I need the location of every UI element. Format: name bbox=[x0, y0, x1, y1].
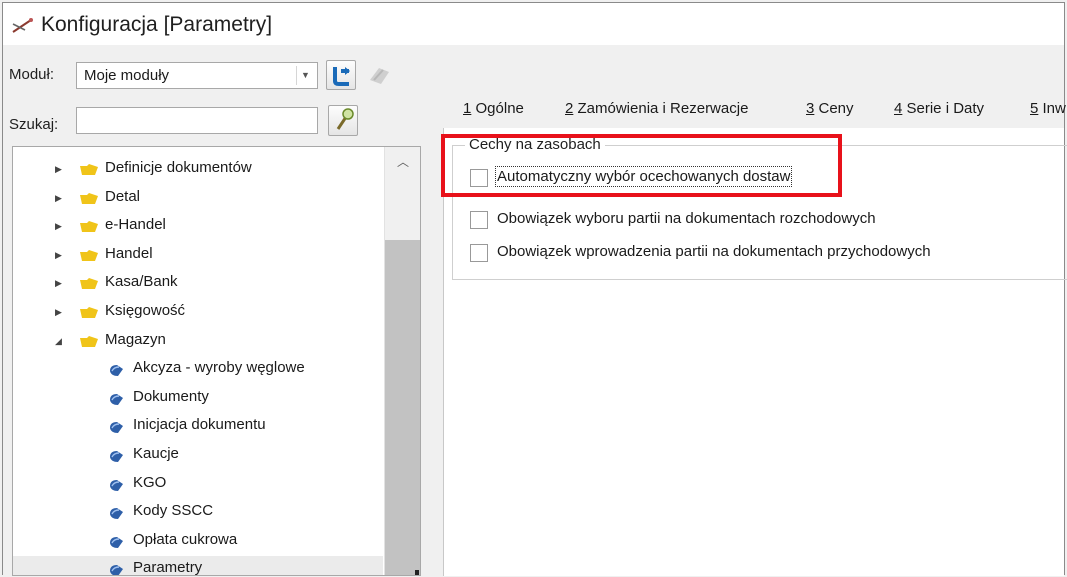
tools-icon bbox=[12, 18, 33, 33]
expand-arrow-icon[interactable]: ▶ bbox=[55, 278, 62, 289]
tree-item-label: Dokumenty bbox=[133, 387, 209, 405]
tree-scrollbar[interactable]: ︿ bbox=[384, 147, 420, 575]
expand-arrow-icon[interactable]: ▶ bbox=[55, 221, 62, 232]
window-body: Moduł: Moje moduły ▼ Szukaj: ▶ Definicje… bbox=[3, 45, 1067, 576]
tree-item[interactable]: Dokumenty bbox=[13, 385, 383, 411]
folder-icon bbox=[80, 221, 98, 233]
tab-label: Serie i Daty bbox=[902, 100, 985, 117]
folder-icon bbox=[80, 192, 98, 204]
expand-arrow-icon[interactable]: ▶ bbox=[55, 307, 62, 318]
folder-icon bbox=[80, 278, 98, 290]
settings-page-icon bbox=[110, 365, 123, 377]
tab-label: Ogólne bbox=[471, 100, 524, 117]
folder-icon bbox=[80, 164, 98, 175]
settings-page-icon bbox=[110, 536, 123, 548]
settings-page-icon bbox=[110, 422, 123, 434]
tab-bar: 1 Ogólne 2 Zamówienia i Rezerwacje 3 Cen… bbox=[443, 96, 1066, 126]
tree-item-label: Handel bbox=[105, 244, 153, 262]
tree-item[interactable]: ▶ Handel bbox=[13, 242, 383, 268]
settings-page-icon bbox=[110, 479, 123, 491]
tree-item[interactable]: ▶ Definicje dokumentów bbox=[13, 156, 383, 182]
splitter-marker bbox=[415, 570, 419, 575]
tab-label: Ceny bbox=[814, 100, 854, 117]
module-select[interactable]: Moje moduły ▼ bbox=[76, 62, 318, 89]
tab-ceny[interactable]: 3 Ceny bbox=[806, 100, 854, 117]
option-label: Obowiązek wyboru partii na dokumentach r… bbox=[497, 210, 876, 227]
tree-item[interactable]: ▶ e-Handel bbox=[13, 213, 383, 239]
search-input[interactable] bbox=[76, 107, 318, 134]
option-label: Obowiązek wprowadzenia partii na dokumen… bbox=[497, 243, 931, 260]
expand-arrow-icon[interactable]: ▶ bbox=[55, 164, 62, 175]
group-title: Cechy na zasobach bbox=[465, 136, 605, 153]
tree-item[interactable]: ◢ Magazyn bbox=[13, 328, 383, 354]
folder-icon bbox=[80, 335, 98, 347]
tab-label: Zamówienia i Rezerwacje bbox=[573, 100, 749, 117]
option-label: Automatyczny wybór ocechowanych dostaw bbox=[494, 166, 793, 187]
window-title: Konfiguracja [Parametry] bbox=[41, 13, 273, 36]
tree-item[interactable]: ▶ Detal bbox=[13, 185, 383, 211]
pin-icon bbox=[370, 68, 389, 84]
tree-item-label: KGO bbox=[133, 473, 167, 491]
config-window: Konfiguracja [Parametry] Moduł: Moje mod… bbox=[2, 2, 1067, 576]
tree-item-label: Magazyn bbox=[105, 330, 166, 348]
tab-ogolne[interactable]: 1 Ogólne bbox=[463, 100, 524, 117]
tree-item[interactable]: Parametry bbox=[13, 556, 383, 576]
checkbox[interactable] bbox=[470, 211, 488, 229]
tree-item-label: e-Handel bbox=[105, 216, 166, 234]
settings-page-icon bbox=[110, 508, 123, 520]
checkbox[interactable] bbox=[470, 244, 488, 262]
folder-icon bbox=[80, 249, 98, 261]
tree-item-label: Inicjacja dokumentu bbox=[133, 416, 266, 434]
search-label: Szukaj: bbox=[9, 116, 59, 133]
tab-content: Cechy na zasobach Automatyczny wybór oce… bbox=[443, 128, 1067, 576]
title-bar: Konfiguracja [Parametry] bbox=[3, 3, 1064, 45]
tree-item-label: Detal bbox=[105, 187, 141, 205]
checkbox[interactable] bbox=[470, 169, 488, 187]
search-icon bbox=[336, 108, 354, 130]
folder-icon bbox=[80, 307, 98, 318]
tree-item-label: Kaucje bbox=[133, 445, 179, 462]
settings-page-icon bbox=[110, 565, 123, 575]
tab-inwentaryzacja[interactable]: 5 Inw bbox=[1030, 100, 1066, 117]
module-select-value: Moje moduły bbox=[84, 67, 170, 84]
scroll-up-icon[interactable]: ︿ bbox=[385, 147, 420, 179]
expand-arrow-icon[interactable]: ▶ bbox=[55, 193, 62, 204]
scroll-thumb[interactable] bbox=[385, 240, 420, 575]
module-label: Moduł: bbox=[9, 66, 55, 83]
tree-item-label: Księgowość bbox=[105, 302, 186, 319]
settings-page-icon bbox=[110, 393, 123, 405]
tree-item[interactable]: Akcyza - wyroby węglowe bbox=[13, 356, 383, 382]
tree-item-label: Akcyza - wyroby węglowe bbox=[133, 359, 305, 377]
tree-item[interactable]: Opłata cukrowa bbox=[13, 528, 383, 554]
pin-button[interactable] bbox=[365, 60, 395, 90]
tree-item[interactable]: Kody SSCC bbox=[13, 499, 383, 525]
refresh-icon bbox=[333, 67, 350, 86]
tree-item-label: Definicje dokumentów bbox=[105, 159, 252, 176]
settings-page-icon bbox=[110, 451, 123, 462]
tree-item[interactable]: KGO bbox=[13, 471, 383, 497]
config-tree[interactable]: ▶ Definicje dokumentów ▶ Detal ▶ e-Handel ▶ Han… bbox=[12, 146, 421, 576]
tree-item[interactable]: Kaucje bbox=[13, 442, 383, 468]
collapse-arrow-icon[interactable]: ◢ bbox=[55, 336, 62, 347]
group-cechy-na-zasobach: Cechy na zasobach Automatyczny wybór oce… bbox=[452, 136, 1067, 280]
tree-item-label: Opłata cukrowa bbox=[133, 530, 238, 548]
expand-arrow-icon[interactable]: ▶ bbox=[55, 250, 62, 261]
refresh-button[interactable] bbox=[326, 60, 356, 90]
tree-item-label: Kasa/Bank bbox=[105, 273, 178, 291]
tree-item-label: Kody SSCC bbox=[133, 502, 214, 520]
tree-item[interactable]: ▶ Kasa/Bank bbox=[13, 270, 383, 296]
tab-zamowienia[interactable]: 2 Zamówienia i Rezerwacje bbox=[565, 100, 748, 117]
tree-item-label: Parametry bbox=[133, 559, 203, 576]
chevron-down-icon[interactable]: ▼ bbox=[296, 66, 314, 85]
tab-serie-daty[interactable]: 4 Serie i Daty bbox=[894, 100, 984, 117]
tree-item[interactable]: Inicjacja dokumentu bbox=[13, 413, 383, 439]
tree-item[interactable]: ▶ Księgowość bbox=[13, 299, 383, 325]
search-button[interactable] bbox=[328, 105, 358, 136]
tab-label: Inw bbox=[1038, 100, 1066, 117]
